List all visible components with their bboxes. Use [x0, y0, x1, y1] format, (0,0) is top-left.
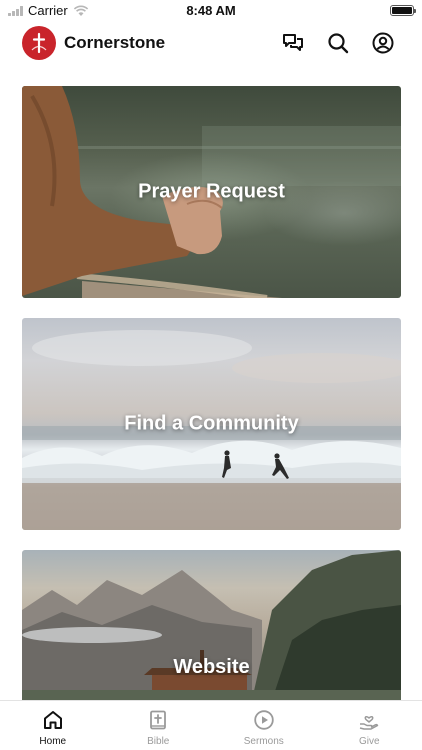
tab-give[interactable]: Give [317, 701, 422, 750]
home-icon [41, 708, 65, 732]
tab-home[interactable]: Home [0, 701, 106, 750]
give-hand-heart-icon [357, 708, 381, 732]
app-header: Cornerstone [0, 22, 422, 66]
tab-sermons-label: Sermons [243, 736, 284, 747]
find-community-title: Find a Community [124, 412, 299, 435]
app-logo[interactable] [22, 26, 56, 60]
status-left: Carrier [8, 3, 89, 18]
app-title: Cornerstone [64, 33, 166, 52]
tab-give-label: Give [358, 736, 380, 747]
wifi-icon [73, 4, 88, 16]
find-community-card[interactable]: Find a Community [22, 318, 401, 530]
prayer-request-title: Prayer Request [138, 180, 285, 203]
carrier-label: Carrier [28, 3, 68, 18]
bible-icon [146, 708, 170, 732]
search-icon [328, 33, 349, 54]
status-bar: Carrier 8:48 AM [0, 0, 422, 22]
profile-icon [372, 32, 394, 54]
tab-sermons[interactable]: Sermons [211, 701, 317, 750]
tab-bar: Home Bible Sermons Give [0, 700, 422, 750]
website-title: Website [173, 656, 250, 678]
chat-icon [283, 34, 303, 51]
battery-icon [390, 5, 416, 16]
cross-icon [31, 32, 47, 54]
signal-icon [8, 5, 23, 16]
tab-bible[interactable]: Bible [106, 701, 212, 750]
search-button[interactable] [325, 30, 351, 56]
profile-button[interactable] [370, 30, 396, 56]
chat-button[interactable] [280, 30, 306, 56]
prayer-request-card[interactable]: Prayer Request [22, 86, 401, 298]
play-circle-icon [252, 708, 276, 732]
tab-bible-label: Bible [147, 736, 170, 747]
tab-home-label: Home [39, 736, 67, 747]
